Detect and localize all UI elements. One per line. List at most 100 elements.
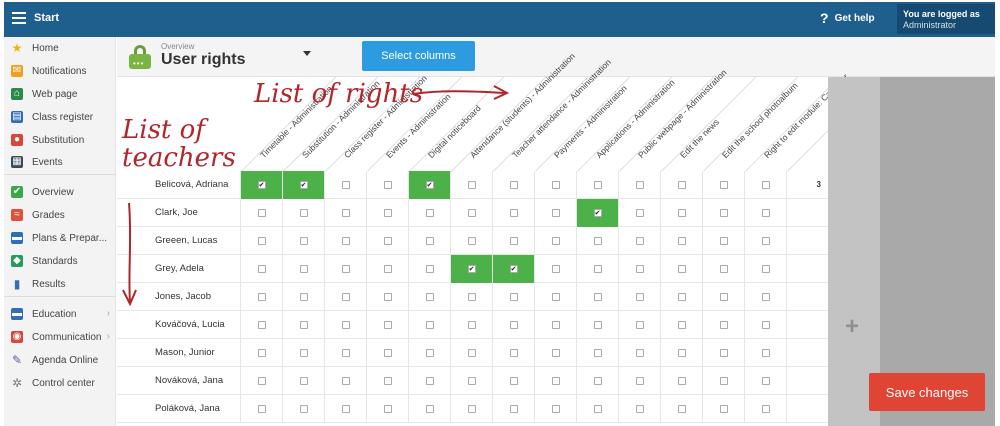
checkbox[interactable]	[299, 405, 308, 413]
column-header[interactable]: Payments - Administration	[552, 83, 629, 160]
checkbox[interactable]	[635, 321, 644, 329]
checkbox[interactable]	[761, 265, 770, 273]
checkbox[interactable]	[551, 293, 560, 301]
checkbox[interactable]	[551, 209, 560, 217]
sidebar-item-substitution[interactable]: ● Substitution	[4, 130, 116, 150]
checkbox[interactable]	[425, 377, 434, 385]
checkbox[interactable]	[719, 405, 728, 413]
checkbox[interactable]	[677, 181, 686, 189]
checkbox[interactable]	[719, 293, 728, 301]
checkbox[interactable]	[719, 209, 728, 217]
checkbox[interactable]	[593, 237, 602, 245]
sidebar-item-standards[interactable]: ◆ Standards	[4, 251, 116, 271]
checkbox[interactable]	[677, 321, 686, 329]
checkbox[interactable]	[635, 293, 644, 301]
checkbox[interactable]	[257, 293, 266, 301]
checkbox[interactable]	[509, 181, 518, 189]
checkbox[interactable]	[467, 377, 476, 385]
sidebar-item-events[interactable]: ▦ Events	[4, 152, 116, 172]
menu-icon[interactable]	[12, 12, 26, 24]
checkbox[interactable]	[509, 209, 518, 217]
checkbox[interactable]	[719, 265, 728, 273]
checkbox[interactable]	[425, 265, 434, 273]
checkbox[interactable]	[341, 293, 350, 301]
sidebar-item-plans-prepar[interactable]: ▬ Plans & Prepar...	[4, 228, 116, 248]
checkbox[interactable]	[299, 349, 308, 357]
checkbox[interactable]	[341, 321, 350, 329]
checkbox[interactable]	[551, 181, 560, 189]
checkbox[interactable]	[383, 265, 392, 273]
checkbox[interactable]	[425, 321, 434, 329]
sidebar-item-communication[interactable]: ◉ Communication ›	[4, 327, 116, 347]
sidebar-item-notifications[interactable]: ✉ Notifications	[4, 61, 116, 81]
checkbox[interactable]	[341, 181, 350, 189]
sidebar-item-control-center[interactable]: ✲ Control center	[4, 373, 116, 393]
checkbox[interactable]	[551, 265, 560, 273]
checkbox[interactable]	[593, 293, 602, 301]
checkbox[interactable]	[467, 237, 476, 245]
checkbox[interactable]	[383, 181, 392, 189]
checkbox[interactable]	[341, 349, 350, 357]
checkbox[interactable]	[383, 405, 392, 413]
checkbox[interactable]	[551, 321, 560, 329]
checkbox[interactable]	[719, 181, 728, 189]
checkbox[interactable]	[719, 377, 728, 385]
checkbox[interactable]	[761, 349, 770, 357]
checkbox[interactable]	[299, 237, 308, 245]
checkbox[interactable]	[509, 293, 518, 301]
checkbox-checked[interactable]: ✔	[509, 265, 518, 273]
checkbox[interactable]	[761, 377, 770, 385]
chevron-down-icon[interactable]	[303, 51, 311, 56]
checkbox[interactable]	[299, 265, 308, 273]
checkbox[interactable]	[467, 181, 476, 189]
checkbox[interactable]	[509, 349, 518, 357]
checkbox[interactable]	[677, 405, 686, 413]
checkbox[interactable]	[467, 209, 476, 217]
checkbox[interactable]	[761, 209, 770, 217]
checkbox[interactable]	[299, 321, 308, 329]
sidebar-item-grades[interactable]: ≈ Grades	[4, 205, 116, 225]
sidebar-item-results[interactable]: ▮ Results	[4, 274, 116, 294]
checkbox[interactable]	[677, 209, 686, 217]
checkbox[interactable]	[383, 349, 392, 357]
select-columns-button[interactable]: Select columns	[362, 41, 475, 71]
checkbox[interactable]	[719, 237, 728, 245]
checkbox[interactable]	[509, 377, 518, 385]
checkbox[interactable]	[467, 293, 476, 301]
checkbox[interactable]	[299, 209, 308, 217]
checkbox-checked[interactable]: ✔	[257, 181, 266, 189]
checkbox-checked[interactable]: ✔	[467, 265, 476, 273]
checkbox[interactable]	[467, 349, 476, 357]
help-link[interactable]: ? Get help	[820, 10, 875, 26]
checkbox[interactable]	[341, 209, 350, 217]
checkbox[interactable]	[257, 321, 266, 329]
checkbox[interactable]	[593, 349, 602, 357]
sidebar-item-education[interactable]: ▬ Education ›	[4, 304, 116, 324]
checkbox-checked[interactable]: ✔	[425, 181, 434, 189]
checkbox[interactable]	[425, 293, 434, 301]
checkbox[interactable]	[677, 377, 686, 385]
checkbox[interactable]	[635, 265, 644, 273]
checkbox[interactable]	[257, 349, 266, 357]
sidebar-item-overview[interactable]: ✔ Overview	[4, 182, 116, 202]
column-header[interactable]: Edit the school photoalbum	[720, 80, 800, 160]
checkbox[interactable]	[383, 209, 392, 217]
checkbox[interactable]	[593, 265, 602, 273]
sidebar-item-class-register[interactable]: ▤ Class register	[4, 107, 116, 127]
checkbox[interactable]	[341, 405, 350, 413]
checkbox[interactable]	[257, 237, 266, 245]
checkbox[interactable]	[551, 377, 560, 385]
checkbox[interactable]	[299, 293, 308, 301]
checkbox[interactable]	[341, 265, 350, 273]
checkbox[interactable]	[257, 405, 266, 413]
sidebar-item-home[interactable]: ★ Home	[4, 38, 116, 58]
checkbox-checked[interactable]: ✔	[299, 181, 308, 189]
checkbox[interactable]	[635, 405, 644, 413]
app-title[interactable]: Start	[34, 12, 59, 24]
checkbox[interactable]	[509, 321, 518, 329]
checkbox[interactable]	[551, 237, 560, 245]
checkbox[interactable]	[383, 293, 392, 301]
checkbox[interactable]	[635, 181, 644, 189]
checkbox[interactable]	[677, 349, 686, 357]
checkbox[interactable]	[509, 405, 518, 413]
